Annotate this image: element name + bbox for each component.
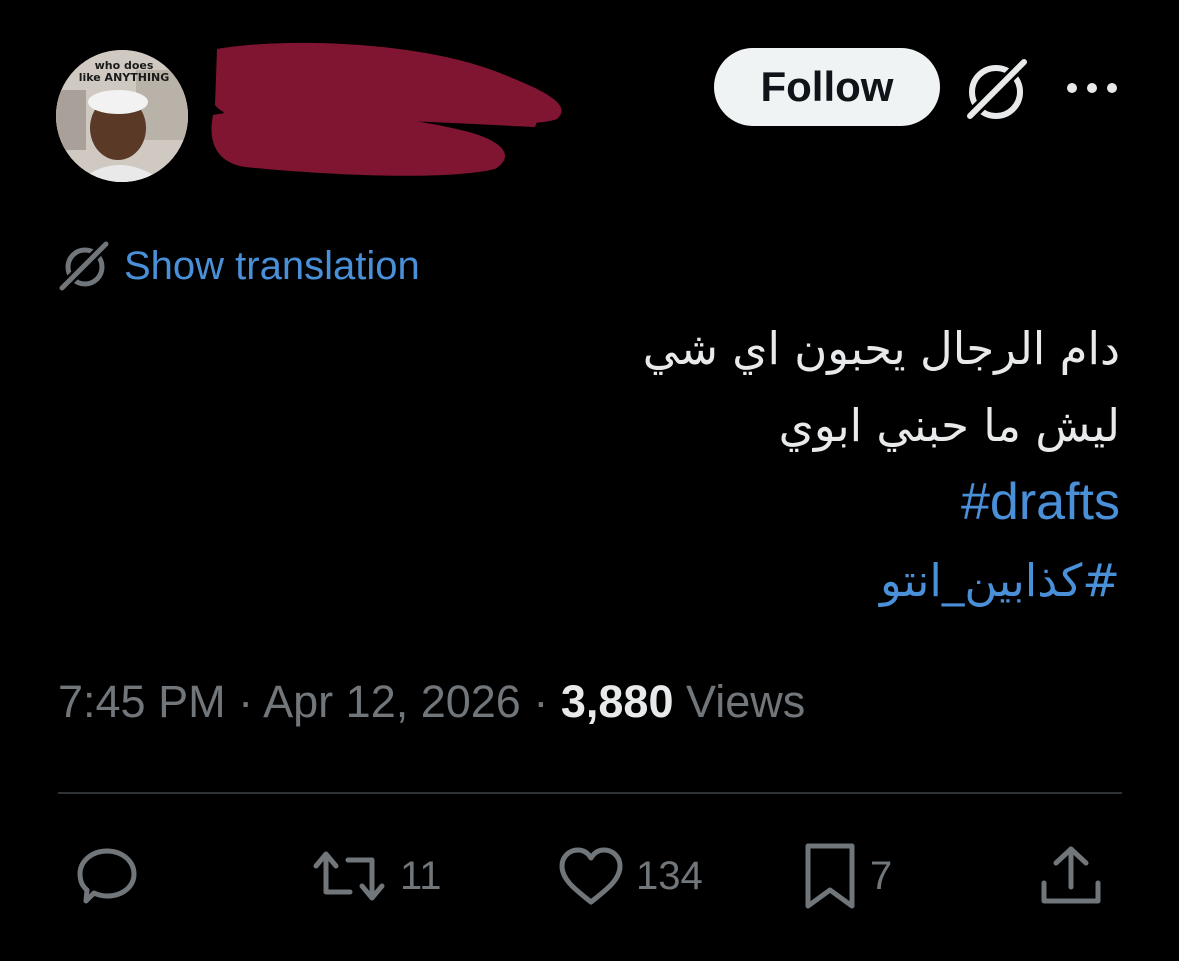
redaction-scribble: [211, 42, 562, 176]
share-button[interactable]: [1038, 836, 1104, 916]
tweet-time[interactable]: 7:45 PM: [58, 676, 226, 727]
bookmark-button[interactable]: 7: [800, 836, 892, 916]
reply-icon: [77, 848, 137, 904]
translation-row[interactable]: Show translation: [58, 236, 420, 296]
bookmark-icon: [805, 843, 855, 909]
like-button[interactable]: 134: [556, 836, 703, 916]
share-icon: [1041, 846, 1101, 904]
tweet-line: دام الرجال يحبون اي شي: [642, 322, 1120, 375]
tweet-line: ليش ما حبني ابوي: [778, 399, 1120, 452]
retweet-button[interactable]: 11: [310, 836, 442, 916]
avatar[interactable]: who does like ANYTHING: [56, 50, 188, 182]
hashtag-link[interactable]: #drafts: [961, 473, 1120, 531]
reply-button[interactable]: [74, 836, 150, 916]
grok-icon[interactable]: [962, 56, 1030, 122]
follow-button[interactable]: Follow: [714, 48, 940, 126]
more-icon[interactable]: [1062, 70, 1122, 106]
divider: [58, 792, 1122, 794]
views-count: 3,880: [560, 676, 674, 727]
like-count: 134: [636, 853, 703, 898]
tweet-meta: 7:45 PM · Apr 12, 2026 · 3,880 Views: [58, 676, 805, 728]
translate-icon: [58, 240, 110, 292]
views-label: Views: [686, 676, 806, 727]
avatar-caption: who does like ANYTHING: [78, 59, 170, 84]
like-icon: [559, 847, 623, 905]
retweet-icon: [313, 851, 385, 901]
bookmark-count: 7: [870, 853, 893, 898]
meta-separator: ·: [238, 676, 254, 727]
tweet-page: who does like ANYTHING Follow Show transl…: [0, 0, 1179, 961]
tweet-date[interactable]: Apr 12, 2026: [263, 676, 521, 727]
show-translation-link[interactable]: Show translation: [124, 244, 420, 289]
meta-separator: ·: [533, 676, 549, 727]
retweet-count: 11: [400, 853, 442, 898]
hashtag-link[interactable]: #كذابين_انتو: [880, 554, 1120, 607]
tweet-text: دام الرجال يحبون اي شي ليش ما حبني ابوي …: [420, 310, 1120, 619]
